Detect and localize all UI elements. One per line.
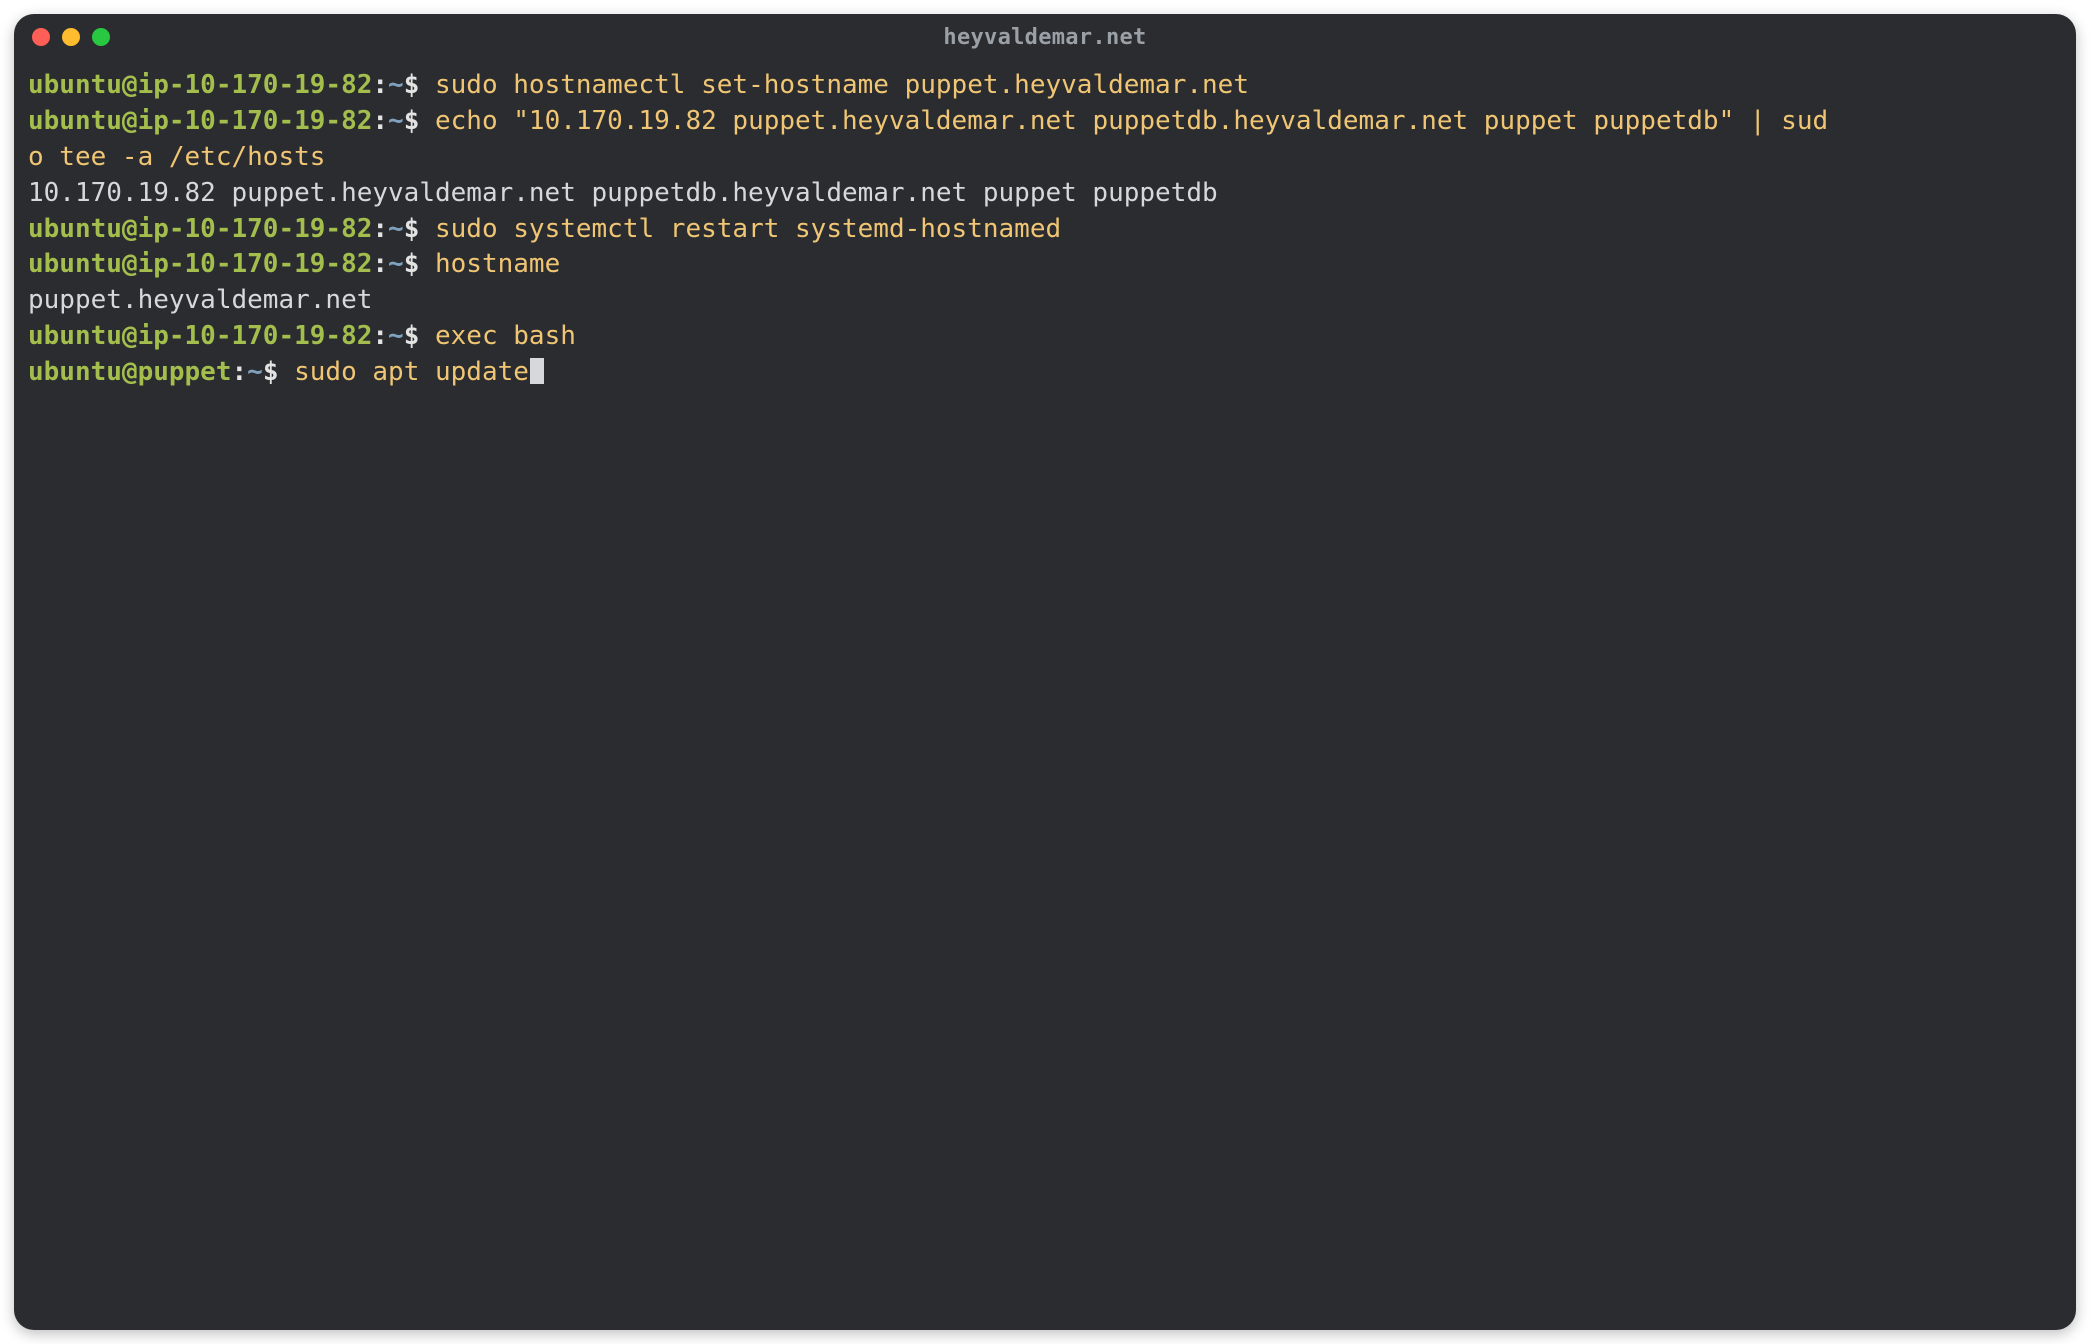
terminal-line: o tee -a /etc/hosts bbox=[28, 140, 2062, 176]
prompt-colon: : bbox=[372, 321, 388, 351]
command-text: exec bash bbox=[435, 321, 576, 351]
prompt-dollar: $ bbox=[404, 321, 435, 351]
terminal-line: puppet.heyvaldemar.net bbox=[28, 283, 2062, 319]
terminal-line: ubuntu@puppet:~$ sudo apt update bbox=[28, 355, 2062, 391]
cursor-icon bbox=[530, 358, 544, 384]
terminal-line: ubuntu@ip-10-170-19-82:~$ echo "10.170.1… bbox=[28, 104, 2062, 140]
prompt-user-host: ubuntu@ip-10-170-19-82 bbox=[28, 70, 372, 100]
traffic-lights bbox=[32, 28, 110, 46]
prompt-dollar: $ bbox=[404, 249, 435, 279]
command-text: sudo hostnamectl set-hostname puppet.hey… bbox=[435, 70, 1249, 100]
prompt-user-host: ubuntu@ip-10-170-19-82 bbox=[28, 321, 372, 351]
window-title: heyvaldemar.net bbox=[14, 25, 2076, 50]
prompt-colon: : bbox=[372, 70, 388, 100]
terminal-line: ubuntu@ip-10-170-19-82:~$ hostname bbox=[28, 247, 2062, 283]
prompt-dollar: $ bbox=[404, 106, 435, 136]
prompt-dollar: $ bbox=[404, 214, 435, 244]
zoom-icon[interactable] bbox=[92, 28, 110, 46]
command-text: hostname bbox=[435, 249, 560, 279]
title-bar: heyvaldemar.net bbox=[14, 14, 2076, 60]
terminal-window: heyvaldemar.net ubuntu@ip-10-170-19-82:~… bbox=[14, 14, 2076, 1330]
prompt-colon: : bbox=[372, 106, 388, 136]
terminal-line: ubuntu@ip-10-170-19-82:~$ sudo systemctl… bbox=[28, 212, 2062, 248]
prompt-colon: : bbox=[372, 249, 388, 279]
output-text: puppet.heyvaldemar.net bbox=[28, 285, 372, 315]
prompt-dollar: $ bbox=[404, 70, 435, 100]
terminal-line: 10.170.19.82 puppet.heyvaldemar.net pupp… bbox=[28, 176, 2062, 212]
prompt-cwd: ~ bbox=[388, 321, 404, 351]
terminal-body[interactable]: ubuntu@ip-10-170-19-82:~$ sudo hostnamec… bbox=[14, 60, 2076, 405]
prompt-user-host: ubuntu@puppet bbox=[28, 357, 232, 387]
prompt-cwd: ~ bbox=[247, 357, 263, 387]
command-text: sudo systemctl restart systemd-hostnamed bbox=[435, 214, 1061, 244]
prompt-dollar: $ bbox=[263, 357, 294, 387]
prompt-user-host: ubuntu@ip-10-170-19-82 bbox=[28, 106, 372, 136]
output-text: 10.170.19.82 puppet.heyvaldemar.net pupp… bbox=[28, 178, 1218, 208]
prompt-colon: : bbox=[232, 357, 248, 387]
prompt-colon: : bbox=[372, 214, 388, 244]
command-continuation: o tee -a /etc/hosts bbox=[28, 142, 325, 172]
prompt-cwd: ~ bbox=[388, 106, 404, 136]
prompt-user-host: ubuntu@ip-10-170-19-82 bbox=[28, 214, 372, 244]
command-text: echo "10.170.19.82 puppet.heyvaldemar.ne… bbox=[435, 106, 1828, 136]
prompt-cwd: ~ bbox=[388, 249, 404, 279]
terminal-line: ubuntu@ip-10-170-19-82:~$ exec bash bbox=[28, 319, 2062, 355]
prompt-user-host: ubuntu@ip-10-170-19-82 bbox=[28, 249, 372, 279]
command-text: sudo apt update bbox=[294, 357, 529, 387]
terminal-line: ubuntu@ip-10-170-19-82:~$ sudo hostnamec… bbox=[28, 68, 2062, 104]
prompt-cwd: ~ bbox=[388, 214, 404, 244]
close-icon[interactable] bbox=[32, 28, 50, 46]
minimize-icon[interactable] bbox=[62, 28, 80, 46]
prompt-cwd: ~ bbox=[388, 70, 404, 100]
